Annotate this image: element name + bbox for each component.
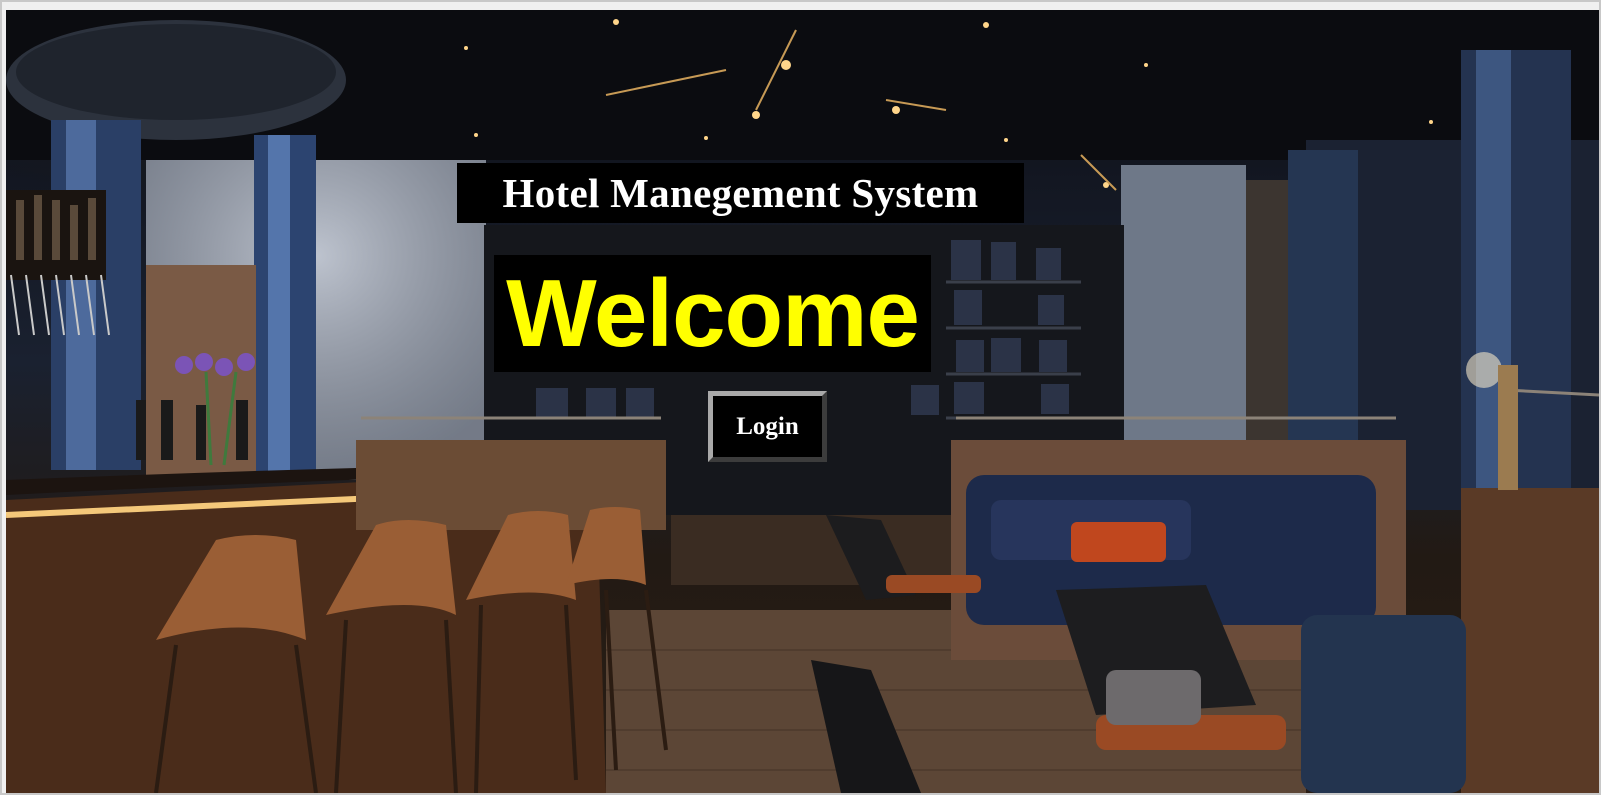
hotel-lobby-background-image: Hotel Manegement System Welcome Login [6, 10, 1599, 793]
page-title: Hotel Manegement System [457, 163, 1024, 223]
browser-viewport: Hotel Manegement System Welcome Login [0, 0, 1601, 795]
login-button[interactable]: Login [708, 391, 827, 462]
welcome-heading: Welcome [494, 255, 931, 372]
